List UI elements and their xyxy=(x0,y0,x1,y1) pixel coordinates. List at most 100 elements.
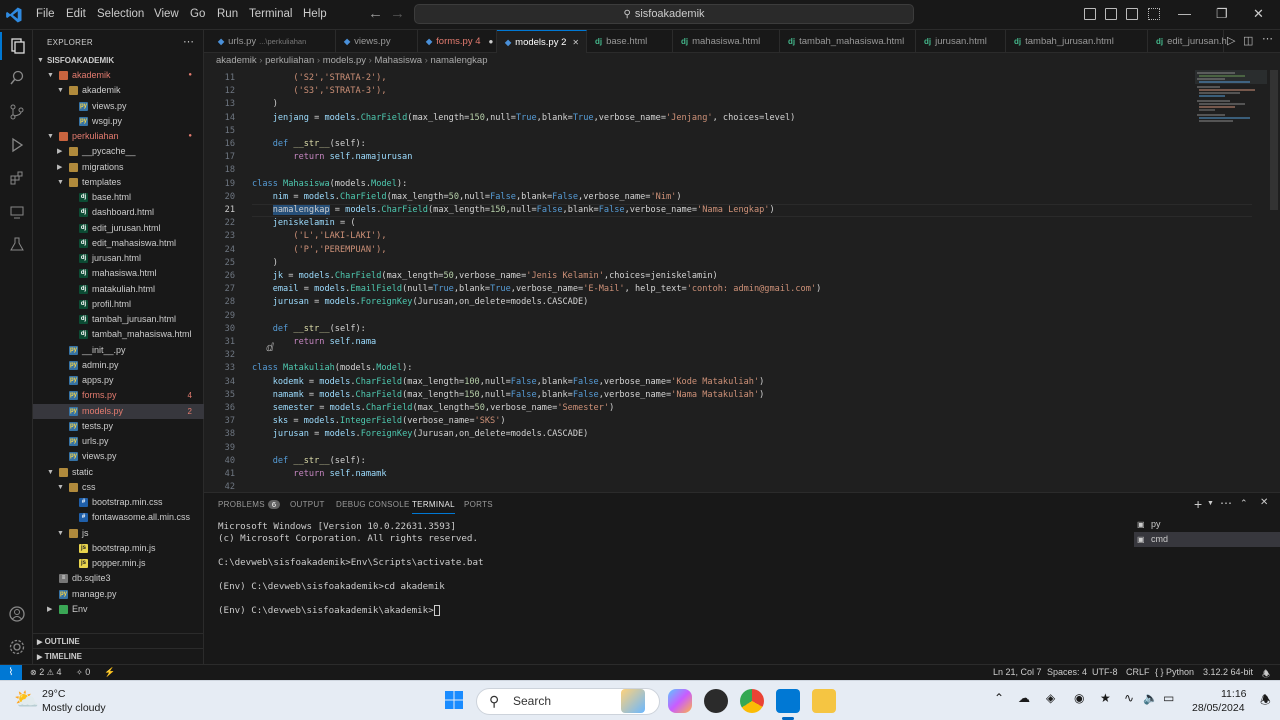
explorer-icon[interactable] xyxy=(0,32,33,60)
extensions-icon[interactable] xyxy=(0,164,33,192)
bluetooth-icon[interactable]: ★ xyxy=(1100,691,1111,705)
code-line[interactable]: 11 ('S2','STRATA-2'), xyxy=(204,72,1204,85)
menu-file[interactable]: File xyxy=(36,8,55,20)
breadcrumb-item[interactable]: models.py xyxy=(323,55,366,66)
menu-selection[interactable]: Selection xyxy=(97,8,144,20)
code-line[interactable]: 13 ) xyxy=(204,98,1204,111)
folder-item[interactable]: ▼ perkuliahan ● xyxy=(33,129,204,144)
command-center-search[interactable]: ⚲ sisfoakademik xyxy=(414,4,914,24)
remote-indicator-icon[interactable]: ⌇ xyxy=(0,665,22,681)
minimap[interactable] xyxy=(1195,70,1267,130)
python-interpreter[interactable]: 3.12.2 64-bit xyxy=(1203,667,1253,677)
code-line[interactable]: 18 xyxy=(204,164,1204,177)
editor-more-icon[interactable]: ⋯ xyxy=(1262,32,1273,45)
tab-ports[interactable]: PORTS xyxy=(464,500,493,509)
tab-problems[interactable]: PROBLEMS 6 xyxy=(218,500,281,509)
cloud-sync-icon[interactable]: ☁ xyxy=(1018,691,1030,705)
code-line[interactable]: 35 namamk = models.CharField(max_length=… xyxy=(204,389,1204,402)
file-item[interactable]: py apps.py xyxy=(33,373,204,388)
account-icon[interactable] xyxy=(0,600,33,628)
clock-time[interactable]: 11:16 xyxy=(1221,688,1247,700)
split-editor-icon[interactable]: ◫ xyxy=(1243,34,1253,47)
remote-explorer-icon[interactable] xyxy=(0,198,33,226)
close-icon[interactable]: ✕ xyxy=(1253,6,1264,22)
file-item[interactable]: dj base.html xyxy=(33,190,204,205)
code-line[interactable]: 26 jk = models.CharField(max_length=50,v… xyxy=(204,270,1204,283)
code-line[interactable]: 40 def __str__(self): xyxy=(204,455,1204,468)
folder-item[interactable]: ▼ templates xyxy=(33,175,204,190)
file-item[interactable]: py views.py xyxy=(33,99,204,114)
code-line[interactable]: 24 ('P','PEREMPUAN'), xyxy=(204,244,1204,257)
run-debug-icon[interactable] xyxy=(0,131,33,159)
file-item[interactable]: py wsgi.py xyxy=(33,114,204,129)
code-line[interactable]: 19 class Mahasiswa(models.Model): xyxy=(204,178,1204,191)
code-line[interactable]: 30 def __str__(self): xyxy=(204,323,1204,336)
code-line[interactable]: 38 jurusan = models.ForeignKey(Jurusan,o… xyxy=(204,428,1204,441)
tab-edit_jurusan-h[interactable]: dj edit_jurusan.h xyxy=(1148,30,1227,53)
back-arrow-icon[interactable]: ← xyxy=(368,5,383,22)
customize-layout-icon[interactable] xyxy=(1148,8,1160,20)
minimize-icon[interactable]: — xyxy=(1178,6,1191,21)
outline-section[interactable]: ▶ OUTLINE xyxy=(33,633,204,649)
code-editor[interactable]: 11 ('S2','STRATA-2'), 12 ('S3','STRATA-3'… xyxy=(204,70,1280,490)
file-item[interactable]: py models.py 2 xyxy=(33,403,204,419)
toggle-secondary-sidebar-icon[interactable] xyxy=(1126,8,1138,20)
tab-jurusan-html[interactable]: dj jurusan.html xyxy=(916,30,1006,53)
terminal-list-item-cmd[interactable]: ▣ cmd xyxy=(1134,532,1280,547)
code-line[interactable]: 39 xyxy=(204,442,1204,455)
code-line[interactable]: 41 return self.namamk xyxy=(204,468,1204,481)
breadcrumb-item[interactable]: perkuliahan xyxy=(265,55,314,66)
code-line[interactable]: 25 ) xyxy=(204,257,1204,270)
ports-status[interactable]: ✧ 0 xyxy=(76,667,90,677)
code-line[interactable]: 33 class Matakuliah(models.Model): xyxy=(204,362,1204,375)
file-item[interactable]: dj edit_mahasiswa.html xyxy=(33,236,204,251)
new-terminal-icon[interactable]: + xyxy=(1194,496,1202,512)
file-item[interactable]: ≡ db.sqlite3 xyxy=(33,571,204,586)
wifi-icon[interactable]: ∿ xyxy=(1124,691,1134,705)
restore-icon[interactable]: ❐ xyxy=(1216,6,1228,22)
breadcrumb[interactable]: akademik › perkuliahan › models.py › Mah… xyxy=(204,53,1280,69)
terminal-dropdown-icon[interactable]: ▼ xyxy=(1207,500,1214,507)
file-item[interactable]: py forms.py 4 xyxy=(33,388,204,403)
search-highlight-icon[interactable] xyxy=(621,689,645,713)
file-item[interactable]: dj mahasiswa.html xyxy=(33,266,204,281)
menu-run[interactable]: Run xyxy=(217,8,238,20)
code-line[interactable]: 17 return self.namajurusan xyxy=(204,151,1204,164)
language-mode[interactable]: { } Python xyxy=(1155,667,1194,677)
folder-item[interactable]: ▼ static xyxy=(33,465,204,480)
close-tab-icon[interactable]: ✕ xyxy=(572,38,579,47)
maximize-panel-icon[interactable]: ⌃ xyxy=(1240,498,1248,509)
notification-center-icon[interactable]: 🕭 xyxy=(1260,691,1271,712)
code-line[interactable]: 16 def __str__(self): xyxy=(204,138,1204,151)
file-item[interactable]: dj edit_jurusan.html xyxy=(33,221,204,236)
folder-item[interactable]: ▼ css xyxy=(33,480,204,495)
tab-forms-py[interactable]: ◆ forms.py 4 ● xyxy=(418,30,497,53)
file-item[interactable]: py views.py xyxy=(33,449,204,464)
tray-app-icon[interactable]: ◈ xyxy=(1046,691,1055,705)
battery-icon[interactable]: ▭ xyxy=(1163,691,1174,705)
toggle-primary-sidebar-icon[interactable] xyxy=(1084,8,1096,20)
terminal-list-item-py[interactable]: ▣ py xyxy=(1134,517,1280,532)
file-item[interactable]: py urls.py xyxy=(33,434,204,449)
menu-view[interactable]: View xyxy=(154,8,179,20)
code-line[interactable]: 15 xyxy=(204,125,1204,138)
unsaved-dot-icon[interactable]: ● xyxy=(489,37,494,46)
code-line[interactable]: 32 xyxy=(204,349,1204,362)
code-line[interactable]: 28 jurusan = models.ForeignKey(Jurusan,o… xyxy=(204,296,1204,309)
menu-edit[interactable]: Edit xyxy=(66,8,86,20)
menu-terminal[interactable]: Terminal xyxy=(249,8,292,20)
file-item[interactable]: # bootstrap.min.css xyxy=(33,495,204,510)
code-line[interactable]: 36 semester = models.CharField(max_lengt… xyxy=(204,402,1204,415)
file-item[interactable]: dj tambah_mahasiswa.html xyxy=(33,327,204,342)
code-line[interactable]: 42 xyxy=(204,481,1204,490)
line-ending[interactable]: CRLF xyxy=(1126,667,1150,677)
code-line[interactable]: 14 jenjang = models.CharField(max_length… xyxy=(204,112,1204,125)
project-root[interactable]: ▼ SISFOAKADEMIK xyxy=(33,53,204,68)
file-explorer-icon[interactable] xyxy=(812,689,836,713)
vscode-taskbar-icon[interactable] xyxy=(776,689,800,713)
code-line[interactable]: 29 xyxy=(204,310,1204,323)
folder-item[interactable]: ▼ akademik xyxy=(33,83,204,98)
code-line[interactable]: 31 return self.nama xyxy=(204,336,1204,349)
file-item[interactable]: py __init__.py xyxy=(33,343,204,358)
panel-more-icon[interactable]: ⋯ xyxy=(1220,496,1232,510)
